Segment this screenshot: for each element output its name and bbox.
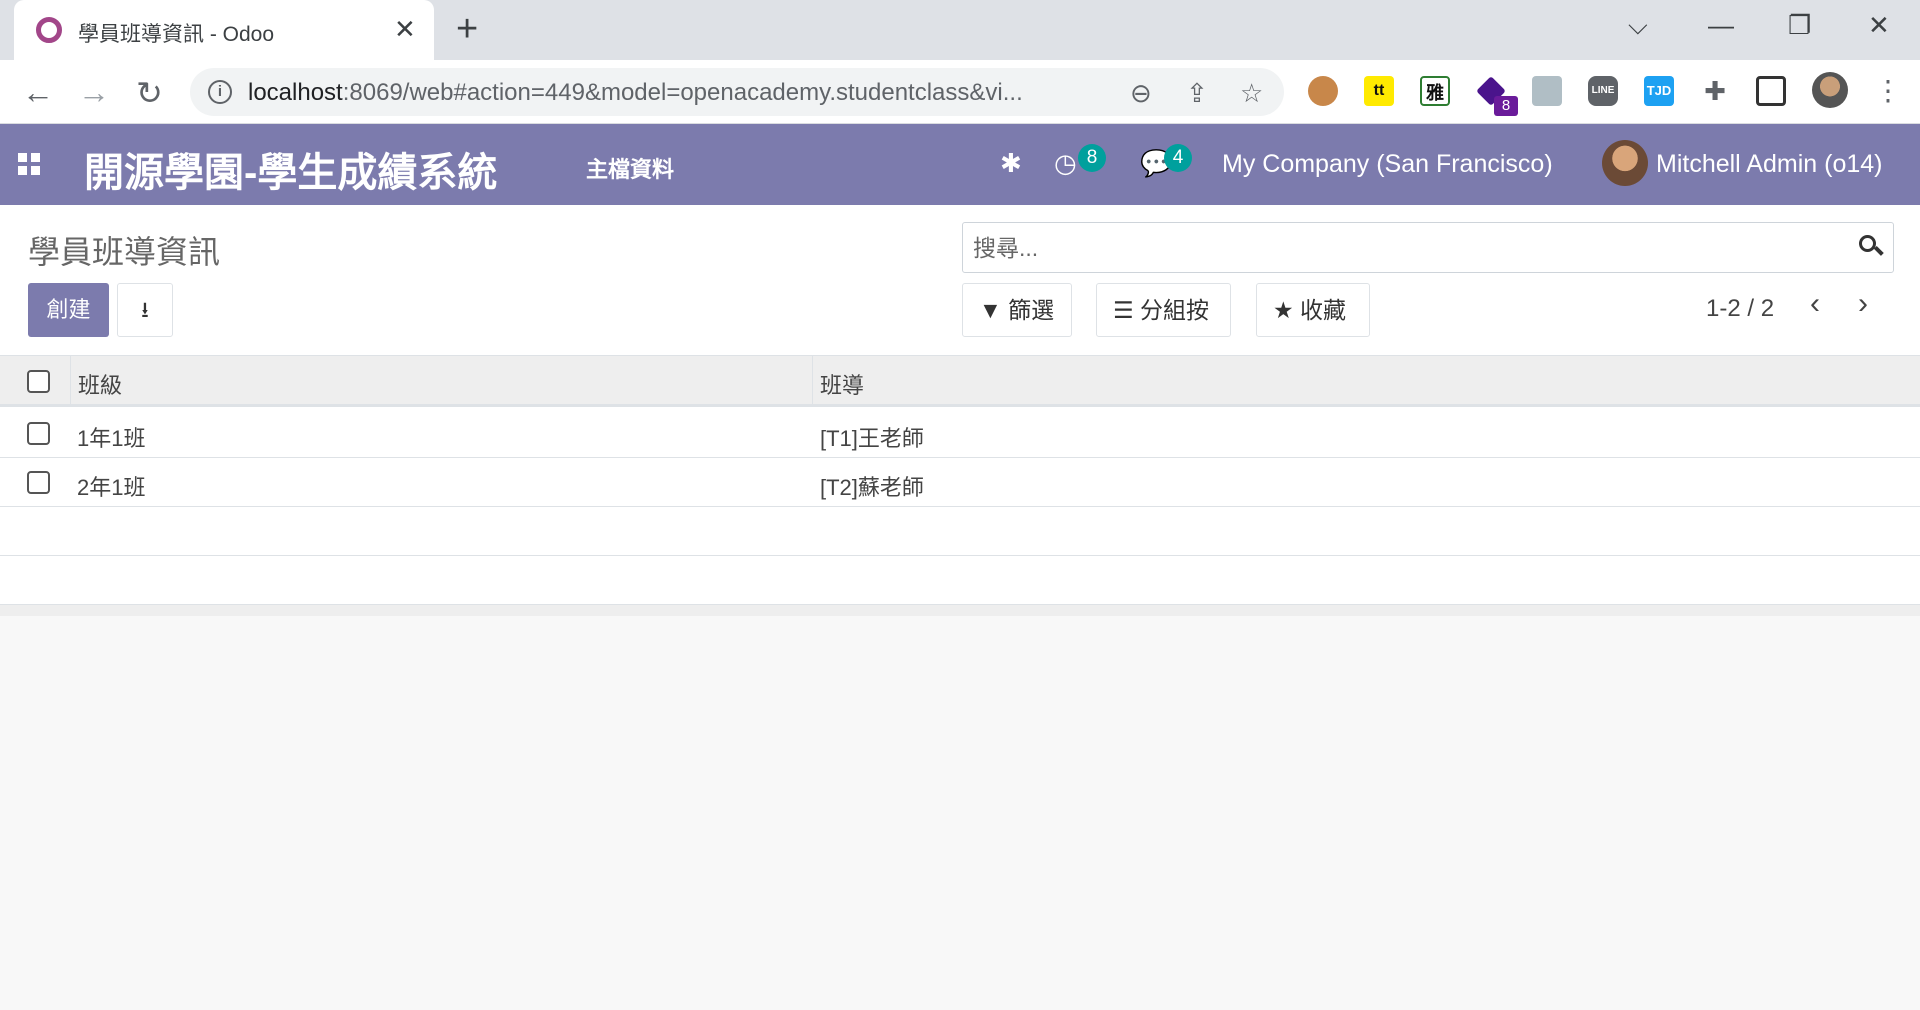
tjd-extension-icon[interactable]: TJD: [1644, 76, 1674, 106]
extensions-puzzle-icon[interactable]: ✚: [1700, 76, 1730, 106]
zoom-icon[interactable]: ⊖: [1130, 78, 1152, 109]
filters-label: 篩選: [1008, 297, 1055, 323]
filter-funnel-icon: ▼: [979, 297, 1002, 323]
control-panel: 學員班導資訊 創建 ⭳ ▼ 篩選 ☰ 分組按 ★ 收藏 1-2 / 2 ‹ ›: [0, 205, 1920, 356]
pager-value[interactable]: 1-2 / 2: [1706, 295, 1774, 323]
browser-toolbar: ← → ↻ i localhost:8069/web#action=449&mo…: [0, 60, 1920, 124]
dictionary-extension-icon[interactable]: 雅: [1420, 76, 1450, 106]
user-avatar[interactable]: [1602, 140, 1648, 186]
column-divider: [812, 356, 813, 407]
cell-teacher: [T1]王老師: [820, 426, 924, 451]
minimize-icon[interactable]: —: [1708, 10, 1734, 41]
search-input[interactable]: [973, 233, 1833, 263]
new-tab-icon[interactable]: +: [456, 8, 478, 51]
table-row[interactable]: 2年1班 [T2]蘇老師: [0, 458, 1920, 507]
company-switcher[interactable]: My Company (San Francisco): [1222, 150, 1553, 179]
groupby-label: 分組按: [1140, 297, 1210, 323]
filters-button[interactable]: ▼ 篩選: [962, 283, 1072, 337]
line-extension-icon[interactable]: LINE: [1588, 76, 1618, 106]
browser-menu-icon[interactable]: ⋮: [1874, 74, 1902, 107]
apps-menu-icon[interactable]: [18, 153, 40, 175]
menu-master-data[interactable]: 主檔資料: [586, 152, 674, 184]
bookmark-star-icon[interactable]: ☆: [1240, 78, 1263, 109]
list-header: 班級 班導: [0, 356, 1920, 407]
pager-next-icon[interactable]: ›: [1858, 287, 1868, 321]
extension-badge: 8: [1494, 96, 1518, 116]
list-view: 班級 班導 1年1班 [T1]王老師 2年1班 [T2]蘇老師: [0, 356, 1920, 616]
window-close-icon[interactable]: ✕: [1868, 10, 1890, 41]
cell-class: 1年1班: [77, 426, 146, 451]
restore-icon[interactable]: ❐: [1788, 10, 1811, 41]
close-tab-icon[interactable]: ✕: [394, 14, 416, 45]
back-icon[interactable]: ←: [22, 74, 54, 111]
tab-title: 學員班導資訊 - Odoo: [78, 23, 275, 46]
odoo-navbar: 開源學園-學生成績系統 主檔資料 ✱ ◷ 8 💬 4 My Company (S…: [0, 124, 1920, 205]
row-checkbox[interactable]: [27, 471, 50, 494]
search-box: [962, 222, 1894, 273]
messages-count-badge: 4: [1164, 144, 1192, 172]
empty-row: [0, 556, 1920, 605]
forward-icon[interactable]: →: [78, 74, 110, 111]
list-footer: [0, 604, 1920, 616]
url-text[interactable]: localhost:8069/web#action=449&model=open…: [248, 79, 1023, 107]
reload-icon[interactable]: ↻: [136, 74, 163, 112]
empty-row: [0, 507, 1920, 556]
activity-clock-icon[interactable]: ◷: [1054, 148, 1077, 179]
column-divider: [70, 356, 71, 407]
breadcrumb: 學員班導資訊: [28, 234, 221, 270]
app-brand[interactable]: 開源學園-學生成績系統: [84, 140, 497, 198]
address-bar[interactable]: i localhost:8069/web#action=449&model=op…: [190, 68, 1284, 116]
tab-search-icon[interactable]: ⌵: [1628, 10, 1648, 42]
profile-avatar-icon[interactable]: [1812, 72, 1848, 108]
reading-mode-icon[interactable]: [1756, 76, 1786, 106]
download-icon: ⭳: [141, 297, 149, 322]
profile-extension-icon[interactable]: [1532, 76, 1562, 106]
cell-class: 2年1班: [77, 475, 146, 500]
share-icon[interactable]: ⇪: [1186, 78, 1208, 109]
row-checkbox[interactable]: [27, 422, 50, 445]
search-icon[interactable]: [1857, 233, 1885, 261]
table-row[interactable]: 1年1班 [T1]王老師: [0, 409, 1920, 458]
browser-tabstrip: 學員班導資訊 - Odoo ✕ + ⌵ — ❐ ✕: [0, 0, 1920, 60]
export-button[interactable]: ⭳: [117, 283, 173, 337]
cell-teacher: [T2]蘇老師: [820, 475, 924, 500]
create-button[interactable]: 創建: [28, 283, 109, 337]
star-icon: ★: [1273, 297, 1294, 323]
browser-tab[interactable]: 學員班導資訊 - Odoo ✕: [14, 0, 434, 60]
column-header-teacher[interactable]: 班導: [820, 368, 864, 400]
groupby-button[interactable]: ☰ 分組按: [1096, 283, 1231, 337]
debug-bug-icon[interactable]: ✱: [1000, 148, 1022, 179]
pager-previous-icon[interactable]: ‹: [1810, 287, 1820, 321]
column-header-class[interactable]: 班級: [78, 368, 122, 400]
odoo-favicon-icon: [36, 17, 62, 43]
tampermonkey-extension-icon[interactable]: [1308, 76, 1338, 106]
favorites-button[interactable]: ★ 收藏: [1256, 283, 1370, 337]
list-bars-icon: ☰: [1113, 297, 1134, 323]
activity-count-badge: 8: [1078, 144, 1106, 172]
site-info-icon[interactable]: i: [208, 80, 232, 104]
user-menu[interactable]: Mitchell Admin (o14): [1656, 150, 1882, 179]
favorites-label: 收藏: [1300, 297, 1347, 323]
select-all-checkbox[interactable]: [27, 370, 50, 393]
tt-extension-icon[interactable]: tt: [1364, 76, 1394, 106]
